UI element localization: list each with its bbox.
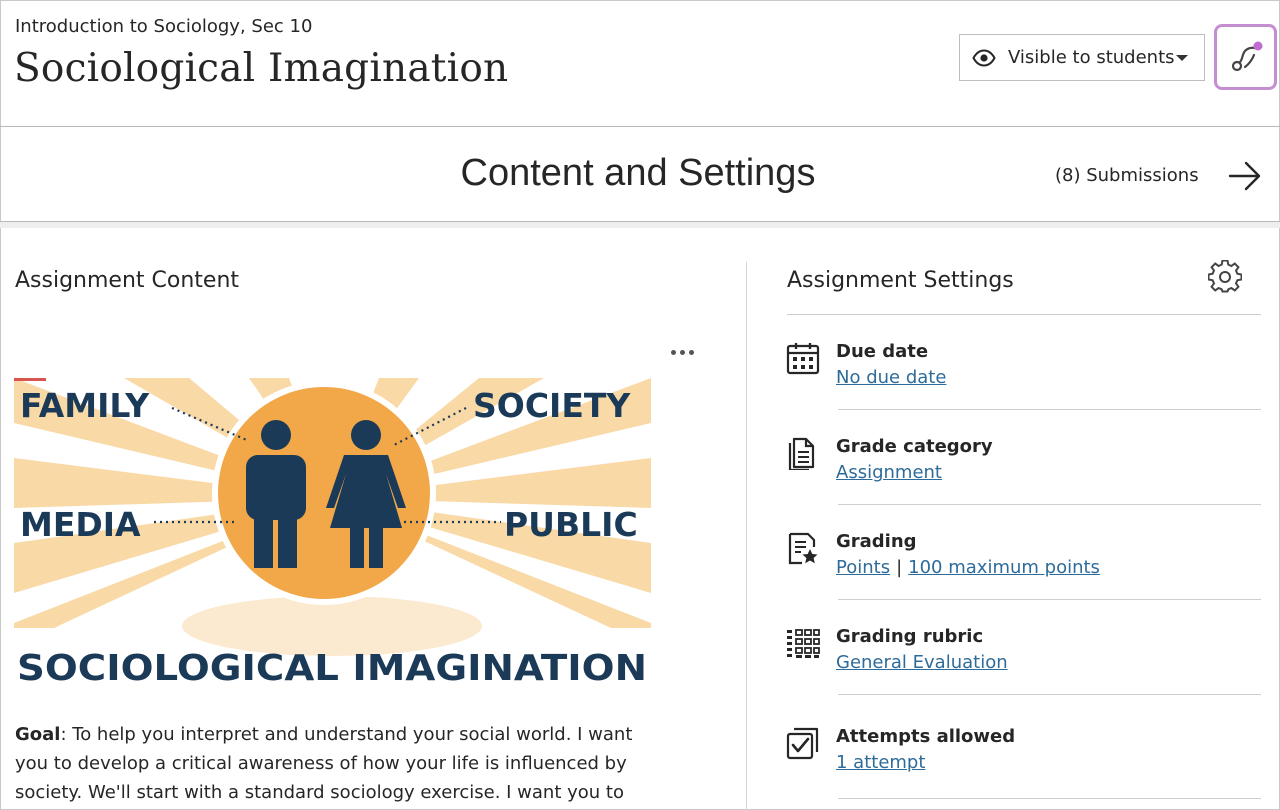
rubric-grid-icon — [787, 629, 820, 658]
public-word: PUBLIC — [504, 505, 638, 544]
visibility-label: Visible to students — [1008, 47, 1175, 68]
dot — [670, 349, 676, 355]
header-divider — [0, 126, 1280, 127]
eye-icon — [972, 48, 996, 67]
settings-divider — [787, 314, 1261, 315]
banner-word: SOCIOLOGICAL IMAGINATION — [17, 648, 647, 688]
goal-label: Goal — [15, 724, 61, 745]
goal-paragraph: Goal: To help you interpret and understa… — [15, 720, 655, 807]
row-divider — [838, 798, 1261, 799]
row-divider — [838, 504, 1261, 505]
family-word: FAMILY — [20, 386, 150, 425]
goal-text: : To help you interpret and understand y… — [15, 724, 633, 803]
row-divider — [838, 409, 1261, 410]
max-points-link[interactable]: 100 maximum points — [908, 557, 1100, 578]
course-name[interactable]: Introduction to Sociology, Sec 10 — [15, 16, 312, 37]
attempts-check-icon — [786, 727, 819, 760]
chevron-down-icon — [1176, 55, 1188, 61]
row-divider — [838, 599, 1261, 600]
sociological-imagination-image: FAMILY SOCIETY MEDIA PUBLIC SOCIOLOGICAL… — [14, 378, 651, 688]
column-divider — [746, 262, 747, 810]
society-word: SOCIETY — [473, 386, 631, 425]
grade-category-link[interactable]: Assignment — [836, 462, 942, 483]
dot — [688, 349, 694, 355]
due-date-link[interactable]: No due date — [836, 367, 946, 388]
submissions-link[interactable]: (8) Submissions — [1055, 165, 1199, 186]
setting-title: Grading rubric — [836, 626, 984, 647]
grading-rubric-link[interactable]: General Evaluation — [836, 652, 1008, 673]
calendar-icon — [786, 343, 820, 375]
ai-assistant-button[interactable] — [1214, 24, 1277, 90]
setting-title: Grade category — [836, 436, 993, 457]
separator: | — [896, 557, 903, 578]
setting-title: Grading — [836, 531, 917, 552]
attempts-link[interactable]: 1 attempt — [836, 752, 925, 773]
document-icon — [788, 437, 815, 470]
setting-title: Attempts allowed — [836, 726, 1016, 747]
row-divider — [838, 694, 1261, 695]
page-title: Sociological Imagination — [14, 46, 509, 91]
more-options-button[interactable] — [668, 340, 696, 364]
media-word: MEDIA — [20, 505, 141, 544]
arrow-right-icon[interactable] — [1226, 158, 1264, 194]
grading-points-link[interactable]: Points — [836, 557, 890, 578]
dot — [679, 349, 685, 355]
visibility-dropdown[interactable]: Visible to students — [959, 34, 1205, 81]
assignment-content-heading: Assignment Content — [15, 268, 240, 293]
grading-star-icon — [788, 532, 818, 565]
setting-title: Due date — [836, 341, 929, 362]
gear-icon[interactable] — [1208, 260, 1242, 294]
assignment-settings-heading: Assignment Settings — [787, 268, 1014, 293]
ai-design-icon — [1231, 41, 1262, 72]
band-shadow — [0, 222, 1280, 228]
